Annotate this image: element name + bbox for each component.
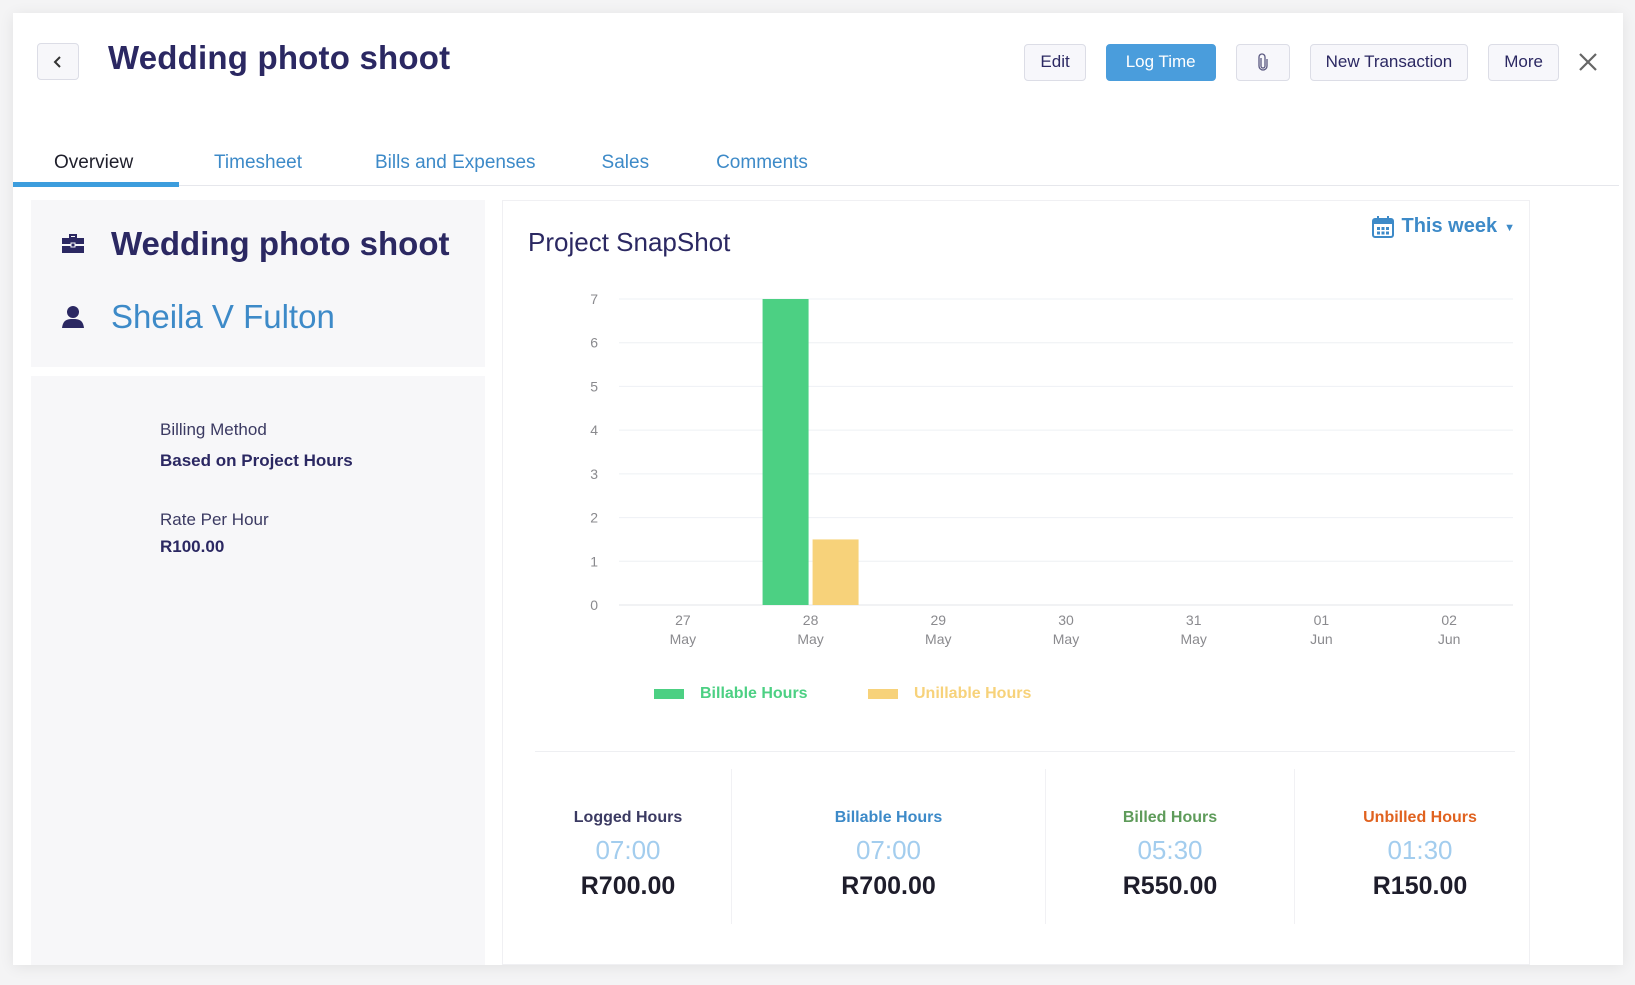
back-button[interactable]	[37, 43, 79, 80]
project-summary-card: Wedding photo shoot Sheila V Fulton	[31, 200, 485, 367]
stat-label: Billable Hours	[834, 809, 943, 826]
new-transaction-button[interactable]: New Transaction	[1309, 43, 1469, 81]
chart-legend: Billable Hours Unillable Hours	[503, 685, 1531, 707]
stat-amount: R700.00	[580, 872, 676, 900]
divider	[535, 751, 1515, 752]
stat-unbilled-hours: Unbilled Hours 01:30 R150.00	[1295, 769, 1545, 924]
x-tick-label: 29	[930, 612, 946, 628]
x-tick-label: 30	[1058, 612, 1074, 628]
stat-billable-hours: Billable Hours 07:00 R700.00	[732, 769, 1045, 924]
close-button[interactable]	[1575, 49, 1601, 75]
tab-bar: Overview Timesheet Bills and Expenses Sa…	[13, 141, 1619, 187]
user-icon	[59, 303, 87, 331]
billing-method-value: Based on Project Hours	[160, 451, 353, 470]
legend-label-unbillable: Unillable Hours	[914, 685, 1032, 702]
legend-unbillable[interactable]: Unillable Hours	[868, 685, 1031, 703]
more-button[interactable]: More	[1488, 43, 1559, 81]
billing-details-card: Billing Method Based on Project Hours Ra…	[31, 376, 485, 965]
x-tick-label: May	[925, 631, 951, 647]
y-tick-label: 0	[590, 597, 598, 613]
tab-timesheet[interactable]: Timesheet	[214, 141, 302, 185]
y-tick-label: 6	[590, 335, 598, 351]
x-tick-label: May	[797, 631, 823, 647]
x-tick-label: May	[1053, 631, 1079, 647]
project-snapshot-card: Project SnapShot This week ▼ 0 1 2 3 4 5 6 7 27 M…	[502, 200, 1530, 965]
billing-method-label: Billing Method	[160, 420, 267, 439]
x-tick-label: May	[1180, 631, 1206, 647]
snapshot-chart: 0123456727May28May29May30May31May01Jun02…	[590, 291, 1513, 647]
paperclip-icon	[1257, 53, 1268, 71]
log-time-button[interactable]: Log Time	[1105, 43, 1216, 81]
y-tick-label: 2	[590, 510, 598, 526]
y-tick-label: 3	[590, 466, 598, 482]
stat-amount: R700.00	[841, 872, 936, 900]
legend-swatch-billable	[654, 689, 684, 699]
tab-bills-and-expenses[interactable]: Bills and Expenses	[375, 141, 536, 185]
page-title: Wedding photo shoot	[108, 39, 451, 76]
stat-logged-hours: Logged Hours 07:00 R700.00	[523, 769, 733, 924]
customer-link[interactable]: Sheila V Fulton	[111, 298, 335, 336]
x-tick-label: 01	[1314, 612, 1330, 628]
stat-label: Logged Hours	[573, 809, 683, 826]
customer-row: Sheila V Fulton	[59, 298, 335, 336]
x-tick-label: 31	[1186, 612, 1202, 628]
bar-unbillable	[812, 539, 859, 605]
project-detail-panel: Wedding photo shoot Edit Log Time New Tr…	[13, 13, 1623, 965]
y-tick-label: 4	[590, 422, 598, 438]
x-tick-label: 27	[675, 612, 691, 628]
x-tick-label: 02	[1441, 612, 1457, 628]
project-name-row: Wedding photo shoot	[59, 225, 449, 263]
hours-summary: Logged Hours 07:00 R700.00 Billable Hour…	[503, 769, 1531, 924]
stat-hours: 05:30	[1137, 835, 1203, 865]
tab-comments[interactable]: Comments	[716, 141, 808, 185]
y-tick-label: 5	[590, 378, 598, 394]
legend-swatch-unbillable	[868, 689, 898, 699]
y-tick-label: 1	[590, 553, 598, 569]
chevron-left-icon	[53, 55, 61, 68]
stat-label: Unbilled Hours	[1363, 809, 1477, 826]
stat-amount: R550.00	[1122, 872, 1218, 900]
stat-hours: 01:30	[1387, 835, 1453, 865]
stat-amount: R150.00	[1372, 872, 1468, 900]
close-icon	[1579, 53, 1597, 71]
rate-label: Rate Per Hour	[160, 510, 269, 529]
edit-button[interactable]: Edit	[1024, 43, 1086, 81]
briefcase-icon	[59, 230, 87, 258]
tab-overview[interactable]: Overview	[13, 141, 179, 187]
stat-label: Billed Hours	[1122, 809, 1218, 826]
stat-hours: 07:00	[595, 835, 661, 865]
rate-value: R100.00	[160, 537, 225, 556]
attach-button[interactable]	[1235, 43, 1290, 81]
x-tick-label: 28	[803, 612, 819, 628]
bar-billable	[762, 299, 809, 605]
x-tick-label: Jun	[1310, 631, 1333, 647]
x-tick-label: May	[670, 631, 696, 647]
legend-billable[interactable]: Billable Hours	[654, 685, 808, 703]
y-tick-label: 7	[590, 291, 598, 307]
project-name: Wedding photo shoot	[111, 225, 450, 262]
tab-sales[interactable]: Sales	[602, 141, 650, 185]
legend-label-billable: Billable Hours	[700, 685, 808, 702]
toolbar: Edit Log Time New Transaction More	[1004, 43, 1623, 81]
stat-hours: 07:00	[855, 835, 922, 865]
stat-billed-hours: Billed Hours 05:30 R550.00	[1046, 769, 1294, 924]
x-tick-label: Jun	[1438, 631, 1461, 647]
